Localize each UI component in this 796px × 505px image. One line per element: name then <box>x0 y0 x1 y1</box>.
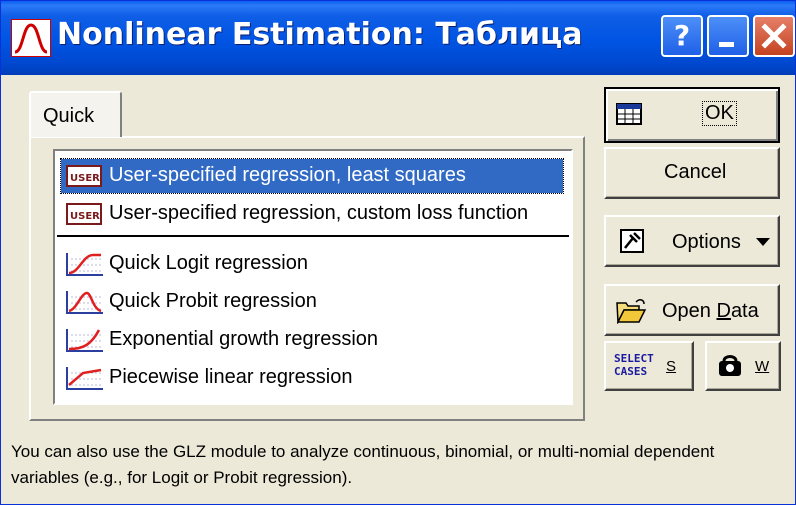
select-cases-icon: SELECT CASES <box>614 352 654 378</box>
list-item-user-least-squares[interactable]: USER User-specified regression, least sq… <box>60 158 564 194</box>
probit-curve-icon <box>66 291 103 314</box>
list-item-probit[interactable]: Quick Probit regression <box>61 285 563 319</box>
list-item-label: Piecewise linear regression <box>109 366 353 388</box>
cancel-button[interactable]: Cancel <box>604 147 780 199</box>
close-button[interactable] <box>753 15 795 57</box>
select-cases-button[interactable]: SELECT CASES S <box>604 341 694 391</box>
close-icon <box>761 23 787 49</box>
list-item-label: Quick Logit regression <box>109 252 308 274</box>
options-icon <box>620 229 644 253</box>
list-item-logit[interactable]: Quick Logit regression <box>61 247 563 281</box>
help-button[interactable]: ? <box>661 15 703 57</box>
list-separator <box>57 235 569 237</box>
open-data-button-label: Open Data <box>662 300 759 322</box>
dropdown-arrow-icon <box>756 238 770 246</box>
exponential-curve-icon <box>66 329 103 352</box>
list-item-exponential[interactable]: Exponential growth regression <box>61 323 563 357</box>
options-button[interactable]: Options <box>604 215 780 267</box>
weight-button[interactable]: W <box>705 341 781 391</box>
minimize-button[interactable] <box>707 15 749 57</box>
title-bar[interactable]: Nonlinear Estimation: Таблица ? <box>1 1 795 75</box>
regression-type-list[interactable]: USER User-specified regression, least sq… <box>53 149 573 405</box>
list-item-label: User-specified regression, custom loss f… <box>109 202 529 224</box>
tab-quick-label: Quick <box>43 105 95 127</box>
cancel-button-label: Cancel <box>664 161 727 183</box>
list-item-user-custom-loss[interactable]: USER User-specified regression, custom l… <box>61 197 563 231</box>
svg-text:USER: USER <box>70 173 100 184</box>
grid-icon <box>616 103 642 125</box>
folder-open-icon <box>616 299 646 324</box>
piecewise-curve-icon <box>66 367 103 390</box>
svg-text:USER: USER <box>70 211 100 222</box>
select-cases-shortcut: S <box>666 358 677 375</box>
weight-icon <box>719 355 741 376</box>
app-curve-icon <box>11 19 51 57</box>
user-icon: USER <box>66 165 102 187</box>
help-icon: ? <box>673 19 691 52</box>
list-item-piecewise[interactable]: Piecewise linear regression <box>61 361 563 395</box>
ok-button-label: OK <box>702 101 737 126</box>
dialog-window: Nonlinear Estimation: Таблица ? Quick US… <box>0 0 796 505</box>
list-item-label: Quick Probit regression <box>109 290 317 312</box>
open-data-button[interactable]: Open Data <box>604 284 780 336</box>
tab-quick[interactable]: Quick <box>29 91 122 137</box>
glz-hint-text: You can also use the GLZ module to analy… <box>11 442 715 487</box>
list-item-label: Exponential growth regression <box>109 328 379 350</box>
list-item-label: User-specified regression, least squares <box>109 164 466 186</box>
user-icon: USER <box>66 203 102 225</box>
logit-curve-icon <box>66 253 103 276</box>
weight-shortcut: W <box>755 358 770 375</box>
ok-button[interactable]: OK <box>604 87 780 143</box>
window-title: Nonlinear Estimation: Таблица <box>57 17 583 52</box>
minimize-icon <box>719 42 734 47</box>
options-button-label: Options <box>672 231 741 253</box>
